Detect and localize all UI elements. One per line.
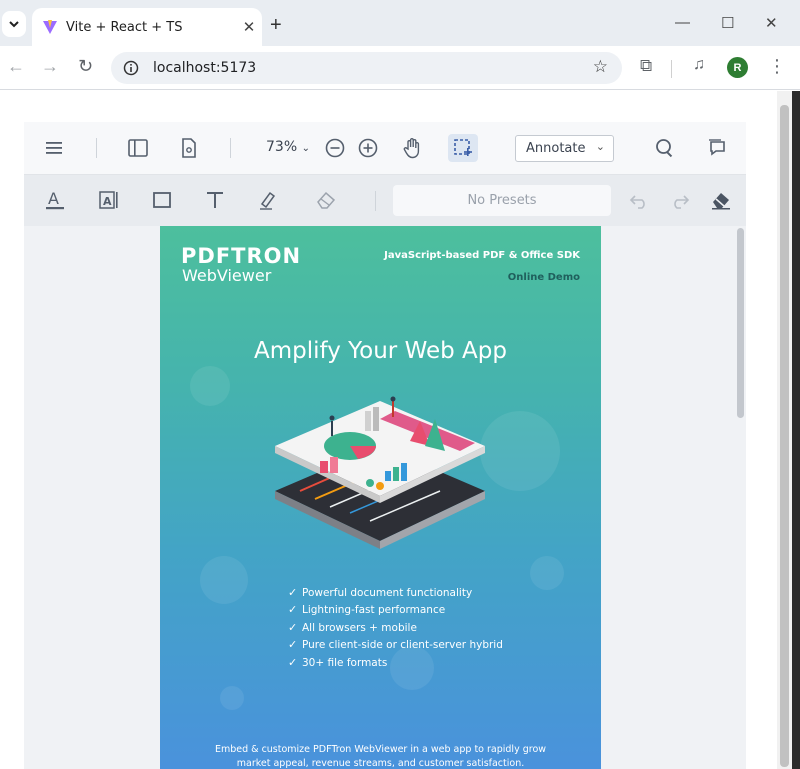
browser-toolbar: ← → ↻ localhost:5173 ☆ ⧉ ♫ ⋮ [0, 46, 800, 90]
tab-search-button[interactable] [2, 11, 26, 37]
forward-arrow-icon[interactable]: → [41, 56, 59, 77]
toolbar-mode-value: Annotate [526, 141, 586, 156]
left-panel-icon[interactable] [127, 137, 149, 159]
feature-item: ✓ Pure client-side or client-server hybri… [288, 638, 503, 655]
reload-icon[interactable]: ↻ [78, 56, 93, 77]
feature-item: ✓ All browsers + mobile [288, 621, 503, 638]
feature-text: Powerful document functionality [302, 587, 473, 599]
toolbar-mode-select[interactable]: Annotate ⌄ [515, 135, 614, 162]
app-illustration [275, 396, 485, 549]
product-name: WebViewer [182, 266, 272, 285]
checkmark-icon: ✓ [288, 586, 298, 599]
site-info-icon[interactable] [123, 60, 139, 76]
feature-item: ✓ 30+ file formats [288, 656, 503, 673]
decorative-bubble [200, 556, 248, 604]
vite-logo-icon [43, 20, 57, 34]
freehand-pen-tool-icon[interactable] [257, 189, 279, 211]
browser-tab-strip: Vite + React + TS ✕ + — ☐ ✕ [0, 0, 800, 46]
back-arrow-icon[interactable]: ← [7, 56, 25, 77]
decorative-bubble [220, 686, 244, 710]
checkmark-icon: ✓ [288, 603, 298, 617]
bookmark-star-icon[interactable]: ☆ [593, 57, 608, 77]
checkmark-icon: ✓ [288, 655, 298, 669]
svg-text:A: A [48, 189, 59, 208]
chevron-down-icon: ⌄ [595, 140, 605, 153]
feature-item: ✓ Powerful document functionality [288, 586, 503, 603]
new-tab-button[interactable]: + [270, 14, 282, 37]
zoom-level-value: 73% [266, 139, 298, 155]
demo-label: Online Demo [507, 272, 580, 283]
window-close-icon[interactable]: ✕ [765, 14, 778, 32]
url-text: localhost:5173 [153, 60, 257, 76]
select-area-tool-icon[interactable] [448, 134, 478, 162]
address-bar[interactable]: localhost:5173 ☆ [111, 52, 622, 84]
tools-divider [375, 191, 376, 211]
maximize-icon[interactable]: ☐ [721, 14, 734, 32]
notes-panel-icon[interactable] [706, 137, 728, 159]
feature-text: Lightning-fast performance [302, 604, 446, 617]
svg-text:A: A [103, 195, 112, 208]
menu-icon[interactable] [44, 137, 66, 159]
tab-title: Vite + React + TS [66, 19, 183, 35]
extensions-icon[interactable]: ⧉ [640, 56, 652, 76]
search-icon[interactable] [654, 137, 676, 159]
document-headline: Amplify Your Web App [254, 338, 507, 364]
zoom-out-icon[interactable] [324, 137, 346, 159]
feature-text: All browsers + mobile [302, 621, 417, 634]
document-scrollbar-thumb[interactable] [737, 228, 744, 418]
decorative-bubble [480, 411, 560, 491]
free-text-tool-icon[interactable] [204, 189, 226, 211]
eraser-tool-icon[interactable] [314, 189, 338, 211]
checkmark-icon: ✓ [288, 638, 298, 652]
zoom-level-dropdown[interactable]: 73% ⌄ [266, 139, 310, 155]
document-scrollbar[interactable] [735, 226, 746, 769]
media-playlist-icon[interactable]: ♫ [693, 56, 705, 74]
page-scrollbar[interactable] [777, 91, 792, 769]
view-controls-icon[interactable] [178, 137, 200, 159]
browser-menu-icon[interactable]: ⋮ [768, 56, 786, 77]
pdftron-logo: PDFTRON [181, 244, 302, 268]
eraser-icon[interactable] [710, 189, 732, 211]
page-scrollbar-thumb[interactable] [780, 105, 789, 767]
decorative-bubble [530, 556, 564, 590]
profile-avatar[interactable]: R [727, 57, 748, 78]
annotation-toolbar: A A No Presets [24, 174, 746, 226]
presets-placeholder: No Presets [467, 193, 537, 208]
document-footer-text: Embed & customize PDFTron WebViewer in a… [160, 743, 601, 769]
decorative-bubble [190, 366, 230, 406]
chevron-down-icon [9, 21, 19, 28]
undo-icon[interactable] [628, 190, 650, 212]
pdf-webviewer: 73% ⌄ Annotate ⌄ A A No Presets PDFTRON … [24, 122, 746, 769]
product-tagline: JavaScript-based PDF & Office SDK [384, 250, 580, 261]
feature-item: ✓ Lightning-fast performance [288, 603, 503, 620]
feature-text: Pure client-side or client-server hybrid [302, 639, 503, 652]
webviewer-header: 73% ⌄ Annotate ⌄ [24, 122, 746, 174]
redo-icon[interactable] [669, 190, 691, 212]
chevron-down-icon: ⌄ [301, 143, 310, 154]
header-divider [96, 138, 97, 158]
minimize-icon[interactable]: — [675, 14, 690, 31]
checkmark-icon: ✓ [288, 620, 298, 634]
footer-line-2: market appeal, revenue streams, and cust… [236, 758, 525, 769]
window-edge [792, 91, 800, 769]
tab-close-icon[interactable]: ✕ [236, 18, 262, 36]
feature-list: ✓ Powerful document functionality ✓ Lightn… [288, 586, 503, 673]
free-text-box-tool-icon[interactable]: A [98, 189, 120, 211]
rectangle-tool-icon[interactable] [151, 189, 173, 211]
browser-tab-active[interactable]: Vite + React + TS ✕ [32, 8, 262, 46]
pan-hand-icon[interactable] [402, 136, 424, 160]
pdf-page: PDFTRON WebViewer JavaScript-based PDF &… [160, 226, 601, 769]
style-presets-bar[interactable]: No Presets [393, 185, 611, 216]
zoom-in-icon[interactable] [357, 137, 379, 159]
footer-line-1: Embed & customize PDFTron WebViewer in a… [214, 744, 547, 755]
header-divider [230, 138, 231, 158]
toolbar-divider [671, 60, 672, 78]
text-highlight-tool-icon[interactable]: A [44, 188, 66, 212]
feature-text: 30+ file formats [302, 656, 388, 669]
